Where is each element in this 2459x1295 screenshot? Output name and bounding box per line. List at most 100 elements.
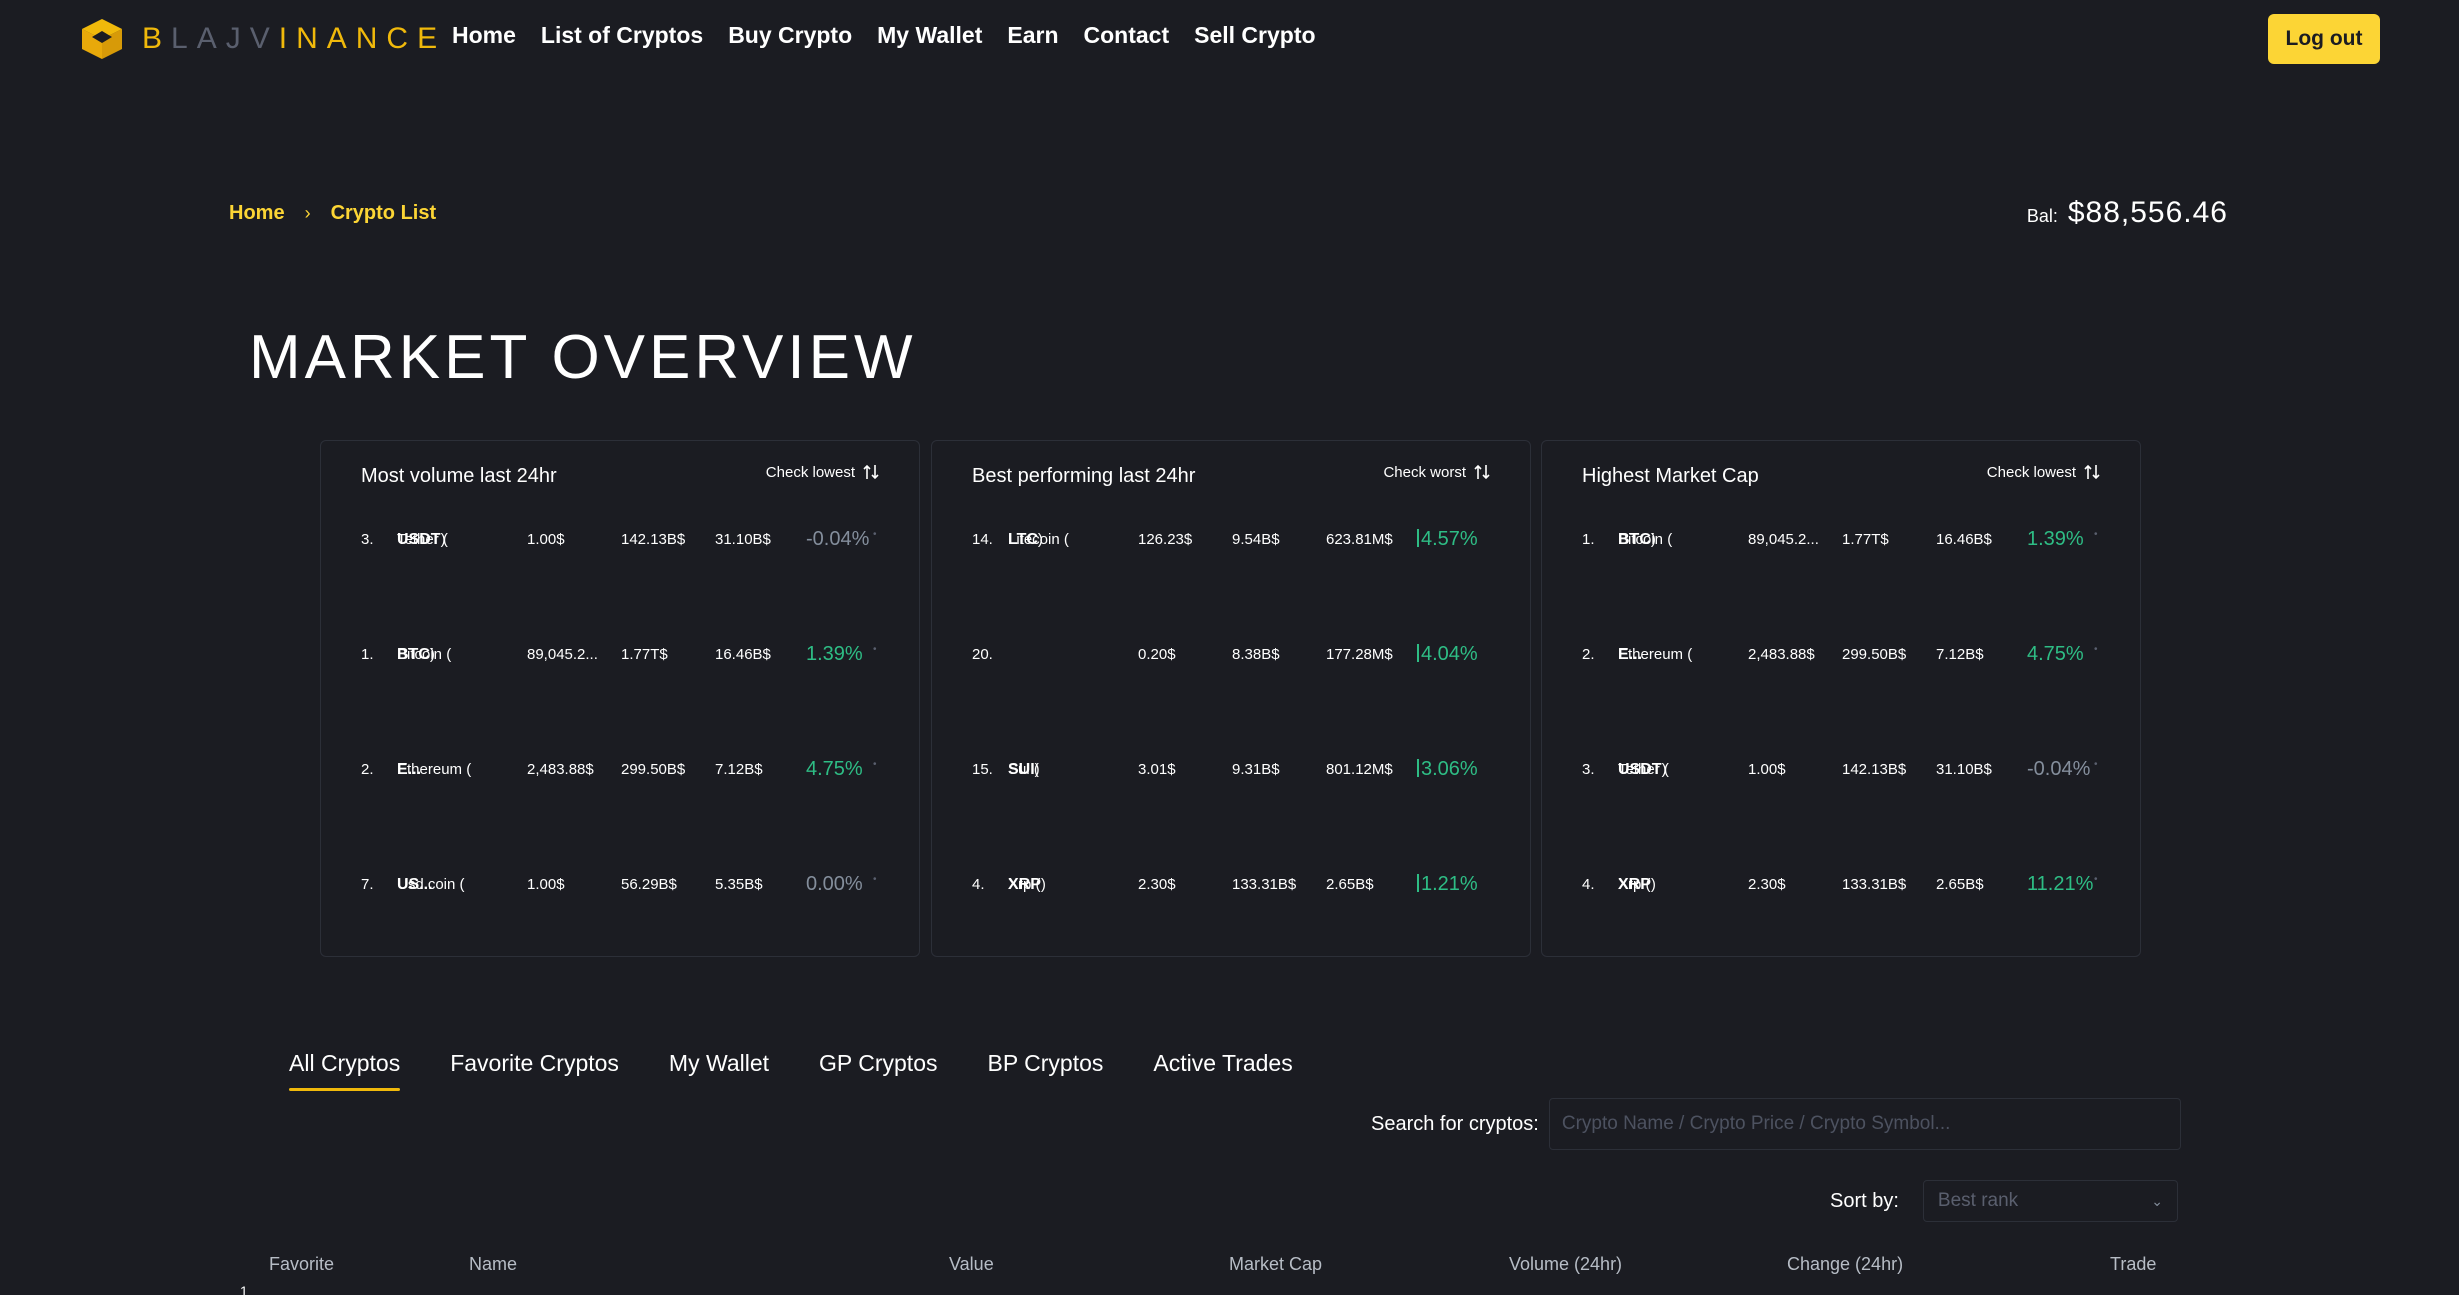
list-item[interactable]: 4. Xrp (XRP) 2.30$ 133.31B$ 2.65B$ 1.21% — [972, 873, 1497, 991]
column-header-trade[interactable]: Trade — [2110, 1254, 2156, 1275]
crypto-rank: 3. — [1582, 761, 1595, 778]
column-header-value[interactable]: Value — [949, 1254, 994, 1275]
nav-buy-crypto[interactable]: Buy Crypto — [728, 22, 852, 49]
logout-button[interactable]: Log out — [2268, 14, 2380, 64]
nav-my-wallet[interactable]: My Wallet — [877, 22, 982, 49]
tab-my-wallet[interactable]: My Wallet — [669, 1050, 769, 1091]
crypto-name: Tether (USDT) — [397, 531, 448, 548]
card-sort-toggle-label: Check lowest — [765, 463, 855, 481]
crypto-price: 89,045.2... — [527, 646, 598, 663]
nav-links: Home List of Cryptos Buy Crypto My Walle… — [452, 22, 1316, 49]
card-sort-toggle[interactable]: Check lowest — [766, 463, 879, 481]
crypto-market-cap: 299.50B$ — [621, 761, 686, 778]
crypto-name: Xrp (XRP) — [1008, 876, 1046, 893]
tab-bp-cryptos[interactable]: BP Cryptos — [987, 1050, 1103, 1091]
tab-favorite-cryptos[interactable]: Favorite Cryptos — [450, 1050, 619, 1091]
search-row: Search for cryptos: — [1371, 1098, 2181, 1150]
brand-name: BLAJVINANCE — [142, 22, 447, 55]
hexagon-logo-icon — [82, 19, 122, 59]
crypto-rank: 7. — [361, 876, 374, 893]
list-item[interactable]: 2. Ethereum (E... 2,483.88$ 299.50B$ 7.12B$ 4… — [361, 758, 886, 876]
list-item[interactable]: 14. Litecoin (LTC) 126.23$ 9.54B$ 623.81M$ 4.… — [972, 528, 1497, 646]
crypto-volume: 2.65B$ — [1326, 876, 1374, 893]
card-title: Most volume last 24hr — [361, 465, 557, 487]
card-rows: 3. Tether (USDT) 1.00$ 142.13B$ 31.10B$ -0.04… — [361, 528, 886, 991]
sparkline-dot-icon: • — [2094, 874, 2098, 885]
nav-earn[interactable]: Earn — [1007, 22, 1058, 49]
list-item[interactable]: 7. Usd coin (US... 1.00$ 56.29B$ 5.35B$ 0.00%… — [361, 873, 886, 991]
list-item[interactable]: 1. Bitcoin (BTC) 89,045.2... 1.77T$ 16.46B$ 1… — [361, 643, 886, 761]
tab-all-cryptos[interactable]: All Cryptos — [289, 1050, 401, 1091]
tab-gp-cryptos[interactable]: GP Cryptos — [819, 1050, 937, 1091]
nav-sell-crypto[interactable]: Sell Crypto — [1194, 22, 1315, 49]
crypto-rank: 2. — [361, 761, 374, 778]
table-row-rank: 1 — [240, 1283, 248, 1295]
search-input[interactable] — [1548, 1098, 2181, 1150]
crypto-price: 0.20$ — [1138, 646, 1176, 663]
crypto-volume: 16.46B$ — [715, 646, 771, 663]
crypto-volume: 623.81M$ — [1326, 531, 1393, 548]
crypto-volume: 7.12B$ — [715, 761, 763, 778]
crypto-rank: 2. — [1582, 646, 1595, 663]
sort-arrows-icon — [863, 464, 879, 480]
crypto-change: 4.04% — [1417, 643, 1478, 666]
crypto-name: Ethereum (E... — [1618, 646, 1693, 663]
list-item[interactable]: 2. Ethereum (E... 2,483.88$ 299.50B$ 7.12B$ 4… — [1582, 643, 2107, 761]
nav-contact[interactable]: Contact — [1084, 22, 1170, 49]
sparkline-dot-icon: • — [873, 874, 877, 885]
sparkline-dot-icon: • — [873, 644, 877, 655]
card-sort-toggle[interactable]: Check lowest — [1987, 463, 2100, 481]
column-header-name[interactable]: Name — [469, 1254, 517, 1275]
list-item[interactable]: 3. Tether (USDT) 1.00$ 142.13B$ 31.10B$ -0.04… — [361, 528, 886, 646]
sort-select-value: Best rank — [1937, 1190, 2019, 1211]
sparkline-dot-icon: • — [2094, 529, 2098, 540]
sort-row: Sort by: Best rank ⌄ — [1830, 1180, 2178, 1222]
crypto-rank: 1. — [1582, 531, 1595, 548]
crypto-market-cap: 133.31B$ — [1842, 876, 1907, 893]
tab-active-trades[interactable]: Active Trades — [1153, 1050, 1292, 1091]
crypto-tabs: All Cryptos Favorite Cryptos My Wallet G… — [289, 1050, 1293, 1091]
crypto-price: 2.30$ — [1748, 876, 1786, 893]
column-header-favorite[interactable]: Favorite — [269, 1254, 334, 1275]
nav-home[interactable]: Home — [452, 22, 516, 49]
crypto-volume: 7.12B$ — [1936, 646, 1984, 663]
balance-display: Bal: $88,556.46 — [2027, 196, 2228, 230]
list-item[interactable]: 20.Hedera hash...0.20$8.38B$177.28M$4.04… — [972, 643, 1497, 761]
brand-logo[interactable]: BLAJVINANCE — [78, 16, 446, 62]
card-sort-toggle[interactable]: Check worst — [1383, 463, 1490, 481]
list-item[interactable]: 3. Tether (USDT) 1.00$ 142.13B$ 31.10B$ -0.04… — [1582, 758, 2107, 876]
nav-list-of-cryptos[interactable]: List of Cryptos — [541, 22, 703, 49]
crypto-price: 1.00$ — [527, 531, 565, 548]
search-label: Search for cryptos: — [1371, 1112, 1539, 1135]
list-item[interactable]: 15. Sui (SUI) 3.01$ 9.31B$ 801.12M$ 3.06% — [972, 758, 1497, 876]
column-header-change[interactable]: Change (24hr) — [1787, 1254, 1903, 1275]
crypto-market-cap: 1.77T$ — [621, 646, 668, 663]
crypto-name: Litecoin (LTC) — [1008, 531, 1069, 548]
balance-label: Bal: — [2026, 206, 2058, 226]
crypto-volume: 16.46B$ — [1936, 531, 1992, 548]
crypto-rank: 4. — [1582, 876, 1595, 893]
crypto-market-cap: 56.29B$ — [621, 876, 677, 893]
card-sort-toggle-label: Check worst — [1383, 463, 1466, 481]
crypto-rank: 3. — [361, 531, 374, 548]
column-header-volume[interactable]: Volume (24hr) — [1509, 1254, 1622, 1275]
sort-select[interactable]: Best rank ⌄ — [1922, 1180, 2178, 1222]
column-header-market-cap[interactable]: Market Cap — [1229, 1254, 1322, 1275]
crypto-name: Xrp (XRP) — [1618, 876, 1656, 893]
card-rows: 1. Bitcoin (BTC) 89,045.2... 1.77T$ 16.46B$ 1… — [1582, 528, 2107, 991]
list-item[interactable]: 4. Xrp (XRP) 2.30$ 133.31B$ 2.65B$ 11.21% • — [1582, 873, 2107, 991]
crypto-price: 2,483.88$ — [1748, 646, 1815, 663]
sparkline-dot-icon: • — [2094, 759, 2098, 770]
crypto-price: 2.30$ — [1138, 876, 1176, 893]
top-navbar: BLAJVINANCE Home List of Cryptos Buy Cry… — [0, 0, 2459, 80]
crypto-rank: 1. — [361, 646, 374, 663]
crypto-market-cap: 299.50B$ — [1842, 646, 1907, 663]
crypto-price: 1.00$ — [1748, 761, 1786, 778]
crypto-market-cap: 9.31B$ — [1232, 761, 1280, 778]
sparkline-dot-icon: • — [873, 529, 877, 540]
breadcrumb-current[interactable]: Crypto List — [331, 202, 437, 225]
crypto-price: 126.23$ — [1138, 531, 1193, 548]
crypto-market-cap: 1.77T$ — [1842, 531, 1889, 548]
list-item[interactable]: 1. Bitcoin (BTC) 89,045.2... 1.77T$ 16.46B$ 1… — [1582, 528, 2107, 646]
breadcrumb-home[interactable]: Home — [229, 202, 285, 225]
